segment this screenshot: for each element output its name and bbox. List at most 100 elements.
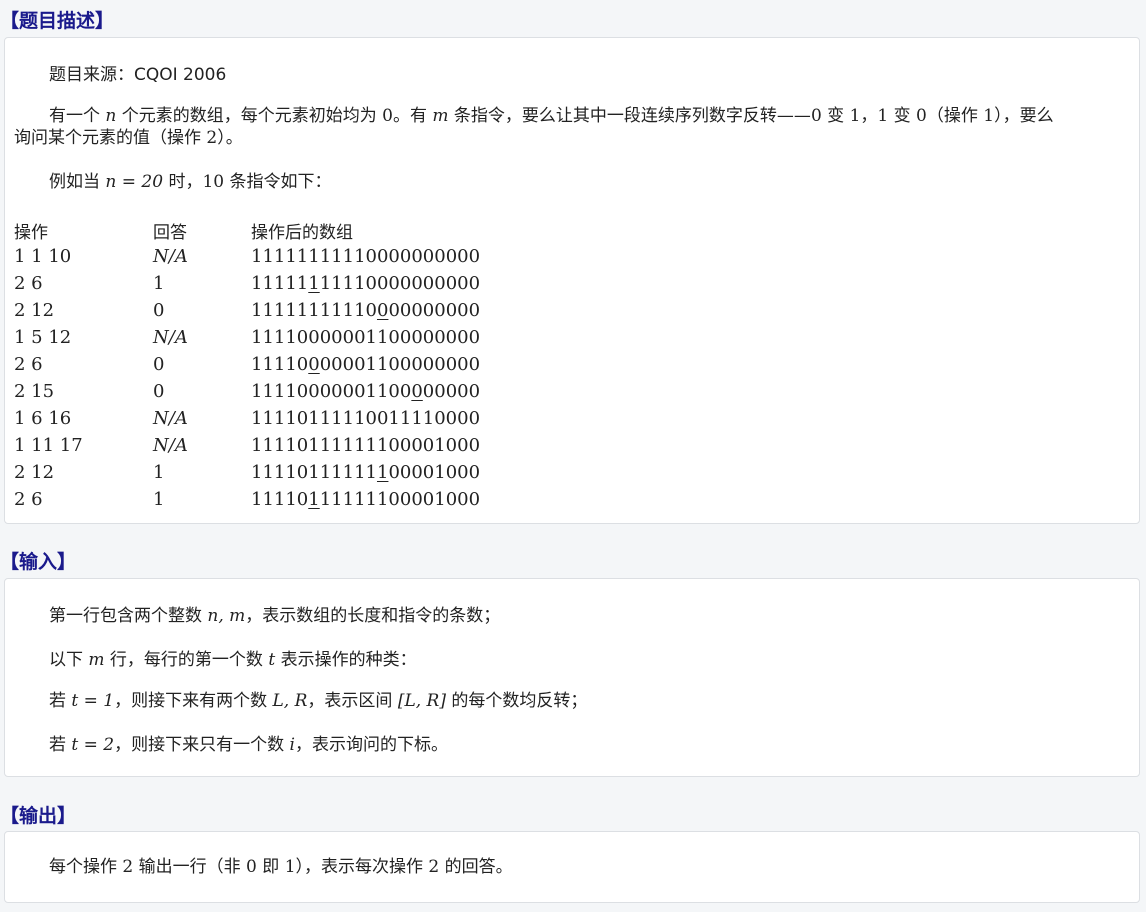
- cell-answer: N/A: [153, 327, 188, 348]
- description-panel: 题目来源：CQOI 2006 有一个 n 个元素的数组，每个元素初始均为 0 。有…: [4, 37, 1140, 524]
- text: 条指令如下：: [224, 172, 332, 192]
- text: 变: [888, 106, 917, 126]
- operations-table: 操作 回答 操作后的数组 1 1 10 N/A 1111111111000000…: [14, 218, 480, 513]
- array-text: 00000000: [388, 300, 481, 321]
- text: （操作: [926, 106, 984, 126]
- array-text: 11111: [251, 273, 309, 294]
- text: 个元素的数组，每个元素初始均为: [116, 106, 383, 126]
- table-row: 1 1 10 N/A 11111111110000000000: [14, 243, 480, 270]
- table-row: 2 15 0 11110000001100000000: [14, 378, 480, 405]
- text: 第一行包含两个整数: [49, 606, 208, 626]
- text: 若: [49, 691, 72, 711]
- var-m: m: [432, 106, 449, 126]
- num: 1: [284, 857, 296, 877]
- num: 1: [849, 106, 861, 126]
- queried-digit: 1: [308, 489, 320, 510]
- text: 表示操作的种类：: [275, 650, 417, 670]
- text: ）。: [217, 128, 243, 148]
- table-row: 1 11 17 N/A 11110111111100001000: [14, 432, 480, 459]
- text: 输出一行（非: [133, 857, 247, 877]
- array-text: 00000: [422, 381, 481, 402]
- cell-answer: 0: [153, 354, 165, 375]
- var-m: m: [88, 650, 105, 670]
- array-text: 0000000000: [365, 246, 481, 267]
- cell-answer: 0: [153, 381, 165, 402]
- text: 有一个: [49, 106, 106, 126]
- cell-answer: N/A: [153, 408, 188, 429]
- cell-array: 11110000001100000000: [251, 324, 480, 351]
- section-title-output: 【输出】: [0, 805, 77, 827]
- table-row: 2 6 1 11110111111100001000: [14, 486, 480, 513]
- table-row: 2 12 0 11111111110000000000: [14, 297, 480, 324]
- section-title-description: 【题目描述】: [0, 10, 115, 32]
- queried-digit: 0: [376, 300, 389, 321]
- num: 0: [246, 857, 257, 877]
- text: 。有: [393, 106, 433, 126]
- cell-operation: 1 1 10: [14, 246, 72, 267]
- queried-digit: 1: [308, 273, 320, 294]
- num: 2: [122, 857, 134, 877]
- array-text: 11111100001000: [319, 489, 481, 510]
- cell-array: 11111111110000000000: [251, 270, 480, 297]
- text: ，表示询问的下标。: [294, 735, 448, 755]
- cell-array: 11111111110000000000: [251, 243, 480, 270]
- table-row: 2 6 1 11111111110000000000: [14, 270, 480, 297]
- text: ，表示区间: [307, 691, 398, 711]
- input-line-4: 若 t = 2，则接下来只有一个数 i，表示询问的下标。: [49, 734, 1129, 756]
- text: ），表示每次操作: [295, 857, 429, 877]
- cell-answer: N/A: [153, 246, 188, 267]
- table-header-row: 操作 回答 操作后的数组: [14, 218, 480, 243]
- input-line-1: 第一行包含两个整数 n, m，表示数组的长度和指令的条数；: [49, 605, 1129, 627]
- section-title-input: 【输入】: [0, 551, 77, 573]
- num: 2: [206, 128, 218, 148]
- math-expression: n = 20: [105, 172, 164, 192]
- math-t-equals-2: t = 2: [71, 735, 115, 755]
- cell-array: 11110111111100001000: [251, 459, 480, 486]
- array-text: 11110111110011110000: [251, 408, 481, 429]
- text: 条指令，要么让其中一段连续序列数字反转——: [448, 106, 811, 126]
- cell-operation: 2 6: [14, 489, 43, 510]
- header-array: 操作后的数组: [251, 223, 353, 243]
- cell-array: 11110111110011110000: [251, 405, 480, 432]
- text: 行，每行的第一个数: [104, 650, 269, 670]
- array-text: 1111111111: [251, 246, 366, 267]
- table-row: 2 12 1 11110111111100001000: [14, 459, 480, 486]
- cell-operation: 2 6: [14, 354, 43, 375]
- cell-answer: N/A: [153, 435, 188, 456]
- queried-digit: 1: [376, 462, 389, 483]
- problem-source: 题目来源：CQOI 2006: [49, 65, 227, 85]
- array-text: 11110: [251, 354, 309, 375]
- var-n-m: n, m: [207, 606, 246, 626]
- cell-answer: 1: [153, 489, 165, 510]
- array-text: 11110111111: [251, 462, 377, 483]
- cell-answer: 1: [153, 462, 165, 483]
- cell-operation: 1 6 16: [14, 408, 72, 429]
- table-row: 1 5 12 N/A 11110000001100000000: [14, 324, 480, 351]
- text: ，则接下来只有一个数: [114, 735, 290, 755]
- text: ，: [860, 106, 878, 126]
- queried-digit: 0: [411, 381, 423, 402]
- cell-operation: 2 12: [14, 462, 55, 483]
- cell-answer: 0: [153, 300, 165, 321]
- header-answer: 回答: [153, 223, 187, 243]
- cell-array: 11110111111100001000: [251, 486, 480, 513]
- output-panel: 每个操作 2 输出一行（非 0 即 1），表示每次操作 2 的回答。: [4, 831, 1140, 903]
- math-t-equals-1: t = 1: [71, 691, 115, 711]
- input-line-2: 以下 m 行，每行的第一个数 t 表示操作的种类：: [49, 649, 1129, 671]
- var-n: n: [105, 106, 117, 126]
- text: 例如当: [49, 172, 106, 192]
- var-l-r: L, R: [272, 691, 308, 711]
- cell-array: 11110000001100000000: [251, 378, 480, 405]
- text: 时，: [163, 172, 203, 192]
- table-row: 1 6 16 N/A 11110111110011110000: [14, 405, 480, 432]
- description-paragraph-1-line-2: 询问某个元素的值（操作 2）。: [14, 127, 243, 149]
- array-text: 11110000000000: [319, 273, 481, 294]
- cell-array: 11111111110000000000: [251, 297, 480, 324]
- cell-answer: 1: [153, 273, 165, 294]
- cell-operation: 1 11 17: [14, 435, 83, 456]
- text: 以下: [49, 650, 89, 670]
- array-text: 00001000: [388, 462, 481, 483]
- num: 1: [877, 106, 889, 126]
- cell-operation: 2 12: [14, 300, 55, 321]
- cell-array: 11110111111100001000: [251, 432, 480, 459]
